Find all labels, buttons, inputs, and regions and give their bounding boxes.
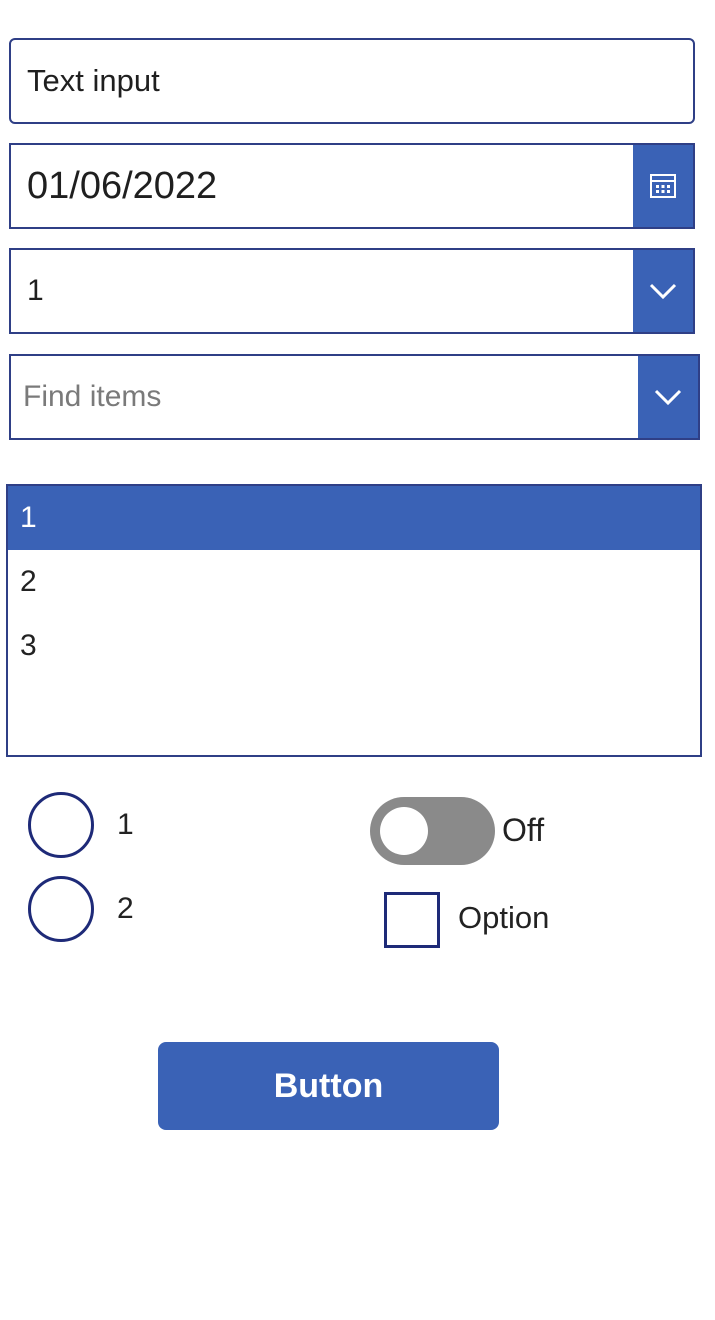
listbox[interactable]: 1 2 3: [6, 484, 702, 757]
toggle-label: Off: [502, 812, 545, 848]
checkbox[interactable]: [384, 892, 440, 948]
chevron-down-icon: [654, 389, 682, 406]
combobox-placeholder: Find items: [23, 380, 162, 413]
chevron-down-icon: [649, 283, 677, 300]
dropdown-toggle-button[interactable]: [633, 250, 693, 332]
button-label: Button: [273, 1066, 384, 1105]
date-picker-value: 01/06/2022: [27, 164, 218, 207]
radio-option-1-label: 1: [117, 808, 134, 841]
dropdown[interactable]: 1: [9, 248, 695, 334]
combobox-toggle-button[interactable]: [638, 356, 698, 438]
radio-option-2[interactable]: [28, 876, 94, 942]
checkbox-label: Option: [458, 900, 550, 935]
combobox[interactable]: Find items: [9, 354, 700, 440]
listbox-item[interactable]: 2: [8, 550, 700, 614]
text-input[interactable]: Text input: [9, 38, 695, 124]
text-input-value: Text input: [27, 63, 160, 98]
toggle-knob: [380, 807, 428, 855]
date-picker[interactable]: 01/06/2022: [9, 143, 695, 229]
primary-button[interactable]: Button: [158, 1042, 499, 1130]
dropdown-value: 1: [27, 274, 44, 307]
listbox-item[interactable]: 3: [8, 614, 700, 678]
radio-option-2-label: 2: [117, 892, 134, 925]
calendar-icon: [650, 174, 676, 198]
radio-option-1[interactable]: [28, 792, 94, 858]
toggle-switch[interactable]: [370, 797, 495, 865]
calendar-button[interactable]: [633, 145, 693, 227]
listbox-item[interactable]: 1: [8, 486, 700, 550]
